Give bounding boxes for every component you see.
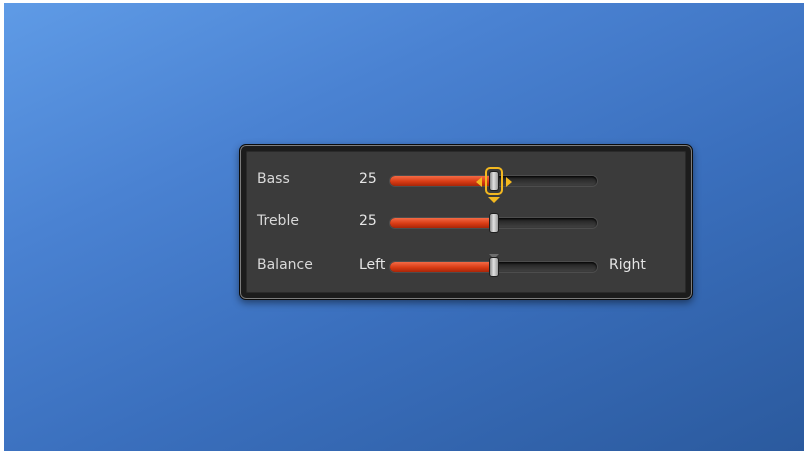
balance-label: Balance	[257, 257, 313, 273]
bass-row: Bass 25	[246, 165, 686, 203]
audio-settings-panel: Bass 25 Treble 25 Balance Left Right	[239, 144, 693, 300]
increase-arrow-icon	[505, 177, 512, 187]
treble-value: 25	[359, 213, 377, 229]
balance-row: Balance Left Right	[246, 251, 686, 281]
treble-label: Treble	[257, 213, 299, 229]
treble-slider[interactable]	[390, 213, 597, 233]
panel-content: Bass 25 Treble 25 Balance Left Right	[246, 151, 686, 293]
bass-value: 25	[359, 171, 377, 187]
treble-slider-fill	[390, 218, 494, 228]
balance-slider[interactable]	[390, 254, 597, 277]
focus-indicator-arrow-icon	[487, 197, 500, 203]
treble-slider-thumb[interactable]	[488, 213, 499, 233]
bass-label: Bass	[257, 171, 290, 187]
treble-row: Treble 25	[246, 207, 686, 237]
balance-slider-fill	[390, 262, 494, 272]
balance-right-label: Right	[609, 257, 646, 273]
decrease-arrow-icon	[475, 177, 482, 187]
bass-slider-thumb[interactable]	[488, 171, 499, 191]
balance-slider-thumb[interactable]	[488, 257, 499, 277]
balance-left-label: Left	[359, 257, 386, 273]
bass-slider[interactable]	[390, 167, 597, 203]
desktop-background: Bass 25 Treble 25 Balance Left Right	[4, 3, 804, 451]
